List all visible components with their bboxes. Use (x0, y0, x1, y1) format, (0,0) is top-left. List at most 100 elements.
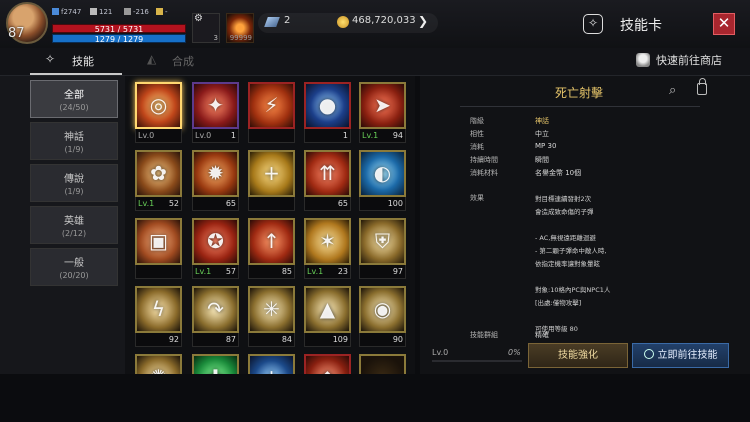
skill-card-icon: ✧ (583, 14, 603, 34)
skill-card[interactable]: ↑ 85 (248, 218, 295, 280)
skill-card[interactable]: ✚ (192, 354, 239, 374)
skill-card[interactable]: ▲ 109 (304, 286, 351, 348)
skill-card[interactable]: ✪ Lv.1 57 (192, 218, 239, 280)
skill-card-info: Lv.1 23 (304, 265, 351, 279)
skill-glyph-icon: ◆ (306, 356, 349, 374)
tab-synthesis[interactable]: 合成 (172, 53, 194, 69)
skill-card-icon: ◉ (359, 286, 406, 333)
gear-icon[interactable]: ⚙ (194, 13, 203, 24)
skill-card-icon: ◆ (304, 354, 351, 374)
sidebar-item-all[interactable]: 全部 (24/50) (30, 80, 118, 118)
skill-card[interactable]: ◎ Lv.0 (135, 82, 182, 144)
skill-card[interactable]: + (248, 354, 295, 374)
stat-karma: -216 (124, 8, 149, 16)
skill-card[interactable]: ⛨ 97 (359, 218, 406, 280)
attack-icon (90, 8, 97, 15)
skill-card-info: 87 (192, 333, 239, 347)
skill-card-info: 65 (192, 197, 239, 211)
skill-glyph-icon: ⇈ (319, 161, 336, 185)
skill-card[interactable]: ⇈ 65 (304, 150, 351, 212)
skill-card-icon: ↑ (248, 218, 295, 265)
divider (460, 106, 700, 107)
enhance-skill-button[interactable]: 技能強化 (528, 343, 628, 368)
sidebar-item-legendary[interactable]: 傳說 (1/9) (30, 164, 118, 202)
skill-card-info: 100 (359, 197, 406, 211)
character-level: 87 (8, 26, 25, 41)
effect-line: - AC,無視遠距離迴避 (535, 234, 596, 242)
skill-card[interactable]: ◐ 100 (359, 150, 406, 212)
goto-icon (643, 349, 654, 359)
skill-card[interactable]: ● 1 (304, 82, 351, 144)
skill-card-info: Lv.1 57 (192, 265, 239, 279)
effect-line: - 第二顆子彈命中敵人時, (535, 247, 607, 255)
skill-glyph-icon: ↑ (263, 229, 280, 253)
bottom-bar (0, 374, 750, 422)
skill-card[interactable]: ↷ 87 (192, 286, 239, 348)
skill-card[interactable]: ✺ (135, 354, 182, 374)
skill-card[interactable]: + (248, 150, 295, 212)
skill-card[interactable]: ◉ 90 (359, 286, 406, 348)
effect-line: 依指定機率讓對象暈眩 (535, 260, 600, 268)
skill-card-info (248, 197, 295, 211)
hp-bar: 5731 / 5731 (52, 24, 186, 34)
skill-card-icon: ⚡ (248, 82, 295, 129)
effect-description: 對目標連續發射2次 會造成致命傷的子彈 - AC,無視遠距離迴避 - 第二顆子彈命中敵… (535, 193, 610, 336)
skill-card-info: 90 (359, 333, 406, 347)
skill-card-count: 1 (342, 131, 348, 140)
skill-card[interactable]: ▣ (135, 218, 182, 280)
skill-card[interactable]: ϟ 92 (135, 286, 182, 348)
skill-card-info (135, 265, 182, 279)
lock-icon[interactable] (697, 78, 707, 95)
goto-shop-button[interactable]: 快速前往商店 (636, 52, 722, 68)
sidebar-item-normal[interactable]: 一般 (20/20) (30, 248, 118, 286)
search-icon[interactable]: ⌕ (669, 83, 676, 98)
skill-card-count: 109 (332, 335, 348, 344)
potion-count: 3 (213, 34, 218, 42)
skill-glyph-icon: ✪ (207, 229, 224, 253)
skill-card-info: 65 (304, 197, 351, 211)
sidebar-item-mythic[interactable]: 神話 (1/9) (30, 122, 118, 160)
skill-glyph-icon (361, 356, 404, 374)
skill-card-icon: ↷ (192, 286, 239, 333)
enhance-percent: 0% (508, 348, 521, 357)
skill-card-count: 94 (392, 131, 403, 140)
skill-card[interactable]: ✿ Lv.1 52 (135, 150, 182, 212)
skill-card[interactable]: ➤ Lv.1 94 (359, 82, 406, 144)
skill-card-icon: ◐ (359, 150, 406, 197)
skill-card-count: 57 (225, 267, 236, 276)
skill-card-grid: ◎ Lv.0 ✦ Lv.0 1 ⚡ ● 1 ➤ Lv.1 94 ✿ Lv.1 52 ✹ 65 + ⇈ 65 ◐ 100 ▣… (125, 76, 415, 374)
sidebar-item-hero[interactable]: 英雄 (2/12) (30, 206, 118, 244)
skill-card[interactable]: ✶ Lv.1 23 (304, 218, 351, 280)
skill-card[interactable]: ✦ Lv.0 1 (192, 82, 239, 144)
skill-card-count: 84 (281, 335, 292, 344)
chevron-right-icon[interactable]: ❯ (418, 14, 428, 28)
tab-skill[interactable]: 技能 (72, 53, 94, 69)
effect-line (535, 219, 610, 232)
skill-card-info: Lv.1 94 (359, 129, 406, 143)
skill-card-icon: ✦ (192, 82, 239, 129)
skill-glyph-icon: ✺ (137, 356, 180, 374)
enhance-progress-bar (432, 360, 522, 362)
skill-card-icon: ✚ (192, 354, 239, 374)
skill-card[interactable]: ⚡ (248, 82, 295, 144)
skill-glyph-icon: ⛨ (375, 229, 390, 253)
skill-name: 死亡射擊 (555, 86, 604, 100)
skill-glyph-icon: ϟ (151, 297, 166, 321)
skill-card-level: Lv.1 (195, 267, 212, 276)
skill-card-info: Lv.1 52 (135, 197, 182, 211)
effect-line: [出處:僅物攻擊] (535, 299, 582, 307)
trophy-icon (156, 8, 163, 15)
skill-card-info: Lv.0 1 (192, 129, 239, 143)
skill-card[interactable]: ◆ (304, 354, 351, 374)
skill-card[interactable] (359, 354, 406, 374)
scroll-slot[interactable]: 99999 (226, 13, 254, 43)
goto-skill-button[interactable]: 立即前往技能 (632, 343, 729, 368)
skill-card[interactable]: ✹ 65 (192, 150, 239, 212)
skill-card-icon: ▣ (135, 218, 182, 265)
skill-card-count: 65 (225, 199, 236, 208)
skill-glyph-icon: ✿ (150, 161, 167, 185)
skill-card-info: Lv.0 (135, 129, 182, 143)
close-button[interactable]: ✕ (713, 13, 735, 35)
skill-card[interactable]: ✳ 84 (248, 286, 295, 348)
skill-glyph-icon: ➤ (374, 93, 391, 117)
